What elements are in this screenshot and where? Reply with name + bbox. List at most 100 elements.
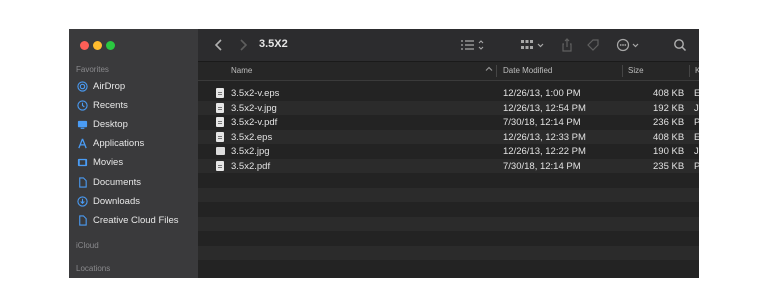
sidebar-item-downloads[interactable]: Downloads bbox=[76, 192, 194, 210]
airdrop-icon bbox=[76, 80, 88, 92]
close-window-button[interactable] bbox=[80, 41, 89, 50]
file-date: 12/26/13, 12:54 PM bbox=[503, 102, 586, 114]
empty-row bbox=[198, 231, 699, 246]
file-name: 3.5x2.eps bbox=[231, 131, 273, 143]
file-kind: P bbox=[694, 160, 699, 172]
file-icon bbox=[216, 88, 224, 98]
minimize-window-button[interactable] bbox=[93, 41, 102, 50]
tag-button[interactable] bbox=[586, 36, 600, 54]
sidebar-item-label: Documents bbox=[93, 176, 142, 188]
file-kind: E bbox=[694, 131, 699, 143]
sidebar-item-movies[interactable]: Movies bbox=[76, 153, 194, 171]
grid-icon bbox=[521, 40, 544, 49]
file-name: 3.5x2-v.jpg bbox=[231, 102, 277, 114]
sidebar-item-label: Applications bbox=[93, 137, 145, 149]
file-icon bbox=[216, 131, 224, 142]
empty-row bbox=[198, 260, 699, 275]
finder-window: Favorites AirDrop Recents Desktop Applic… bbox=[69, 29, 699, 278]
view-options-button[interactable] bbox=[460, 36, 486, 54]
sidebar-item-label: Downloads bbox=[93, 195, 140, 207]
group-button[interactable] bbox=[520, 36, 546, 54]
file-name: 3.5x2.pdf bbox=[231, 160, 271, 172]
search-icon bbox=[674, 39, 687, 52]
list-view-icon bbox=[461, 40, 484, 50]
sidebar-header-icloud: iCloud bbox=[76, 241, 99, 250]
sidebar-item-creative-cloud-files[interactable]: Creative Cloud Files bbox=[76, 211, 194, 229]
empty-row bbox=[198, 202, 699, 217]
column-size[interactable]: Size bbox=[628, 66, 644, 75]
file-row[interactable]: 3.5x2-v.eps 12/26/13, 1:00 PM 408 KB E bbox=[198, 86, 699, 101]
file-row[interactable]: 3.5x2-v.jpg 12/26/13, 12:54 PM 192 KB J bbox=[198, 100, 699, 115]
clock-icon bbox=[76, 99, 88, 111]
sidebar-item-desktop[interactable]: Desktop bbox=[76, 115, 194, 133]
share-button[interactable] bbox=[560, 36, 574, 54]
file-name: 3.5x2-v.eps bbox=[231, 88, 280, 99]
file-size: 190 KB bbox=[653, 146, 685, 157]
empty-row bbox=[198, 245, 699, 260]
sidebar-header-favorites: Favorites bbox=[76, 65, 109, 74]
sidebar-item-label: AirDrop bbox=[93, 80, 126, 92]
film-icon bbox=[76, 156, 88, 168]
file-icon bbox=[216, 160, 224, 171]
file-list: Name Date Modified Size K 3.5x2-v.eps 12… bbox=[198, 62, 699, 278]
file-name: 3.5x2.jpg bbox=[231, 146, 270, 157]
share-icon bbox=[562, 38, 572, 52]
empty-row bbox=[198, 173, 699, 188]
sidebar: Favorites AirDrop Recents Desktop Applic… bbox=[69, 29, 198, 278]
file-row[interactable]: 3.5x2.jpg 12/26/13, 12:22 PM 190 KB J bbox=[198, 144, 699, 159]
back-button[interactable] bbox=[212, 36, 226, 54]
file-kind: P bbox=[694, 117, 699, 128]
column-kind[interactable]: K bbox=[695, 66, 699, 75]
file-name: 3.5x2-v.pdf bbox=[231, 117, 278, 128]
file-size: 192 KB bbox=[653, 102, 685, 114]
file-row[interactable]: 3.5x2-v.pdf 7/30/18, 12:14 PM 236 KB P bbox=[198, 115, 699, 130]
column-divider[interactable] bbox=[622, 65, 623, 77]
sidebar-item-recents[interactable]: Recents bbox=[76, 96, 194, 114]
file-icon bbox=[76, 214, 88, 226]
sidebar-item-label: Recents bbox=[93, 99, 128, 111]
column-name[interactable]: Name bbox=[231, 66, 252, 75]
empty-row bbox=[198, 216, 699, 231]
sidebar-item-label: Creative Cloud Files bbox=[93, 214, 179, 226]
action-button[interactable] bbox=[616, 36, 642, 54]
sidebar-item-label: Desktop bbox=[93, 118, 128, 130]
applications-icon bbox=[76, 137, 88, 149]
chevron-left-icon bbox=[214, 39, 222, 51]
column-divider[interactable] bbox=[496, 65, 497, 77]
file-kind: J bbox=[694, 146, 699, 157]
search-button[interactable] bbox=[672, 36, 688, 54]
file-kind: E bbox=[694, 88, 699, 99]
sidebar-item-airdrop[interactable]: AirDrop bbox=[76, 77, 194, 95]
sidebar-header-locations: Locations bbox=[76, 264, 111, 273]
file-size: 408 KB bbox=[653, 131, 685, 143]
toolbar: 3.5X2 bbox=[198, 29, 699, 62]
column-date-modified[interactable]: Date Modified bbox=[503, 66, 552, 75]
file-size: 408 KB bbox=[653, 88, 685, 99]
sidebar-item-documents[interactable]: Documents bbox=[76, 173, 194, 191]
download-icon bbox=[76, 195, 88, 207]
more-icon bbox=[616, 38, 639, 52]
file-row[interactable]: 3.5x2.eps 12/26/13, 12:33 PM 408 KB E bbox=[198, 129, 699, 144]
sidebar-item-applications[interactable]: Applications bbox=[76, 134, 194, 152]
tag-icon bbox=[587, 39, 599, 51]
file-date: 12/26/13, 1:00 PM bbox=[503, 88, 581, 99]
file-date: 7/30/18, 12:14 PM bbox=[503, 117, 581, 128]
file-date: 12/26/13, 12:33 PM bbox=[503, 131, 586, 143]
file-size: 236 KB bbox=[653, 117, 685, 128]
column-divider[interactable] bbox=[689, 65, 690, 77]
file-date: 12/26/13, 12:22 PM bbox=[503, 146, 586, 157]
file-row[interactable]: 3.5x2.pdf 7/30/18, 12:14 PM 235 KB P bbox=[198, 158, 699, 173]
image-file-icon bbox=[216, 147, 225, 155]
file-kind: J bbox=[694, 102, 699, 114]
file-size: 235 KB bbox=[653, 160, 685, 172]
empty-row bbox=[198, 187, 699, 202]
file-icon bbox=[216, 102, 224, 113]
sidebar-item-label: Movies bbox=[93, 156, 124, 168]
zoom-window-button[interactable] bbox=[106, 41, 115, 50]
file-date: 7/30/18, 12:14 PM bbox=[503, 160, 581, 172]
document-icon bbox=[76, 176, 88, 188]
file-icon bbox=[216, 117, 224, 127]
desktop-icon bbox=[76, 118, 88, 130]
forward-button[interactable] bbox=[236, 36, 250, 54]
sort-chevron-icon bbox=[485, 65, 493, 75]
